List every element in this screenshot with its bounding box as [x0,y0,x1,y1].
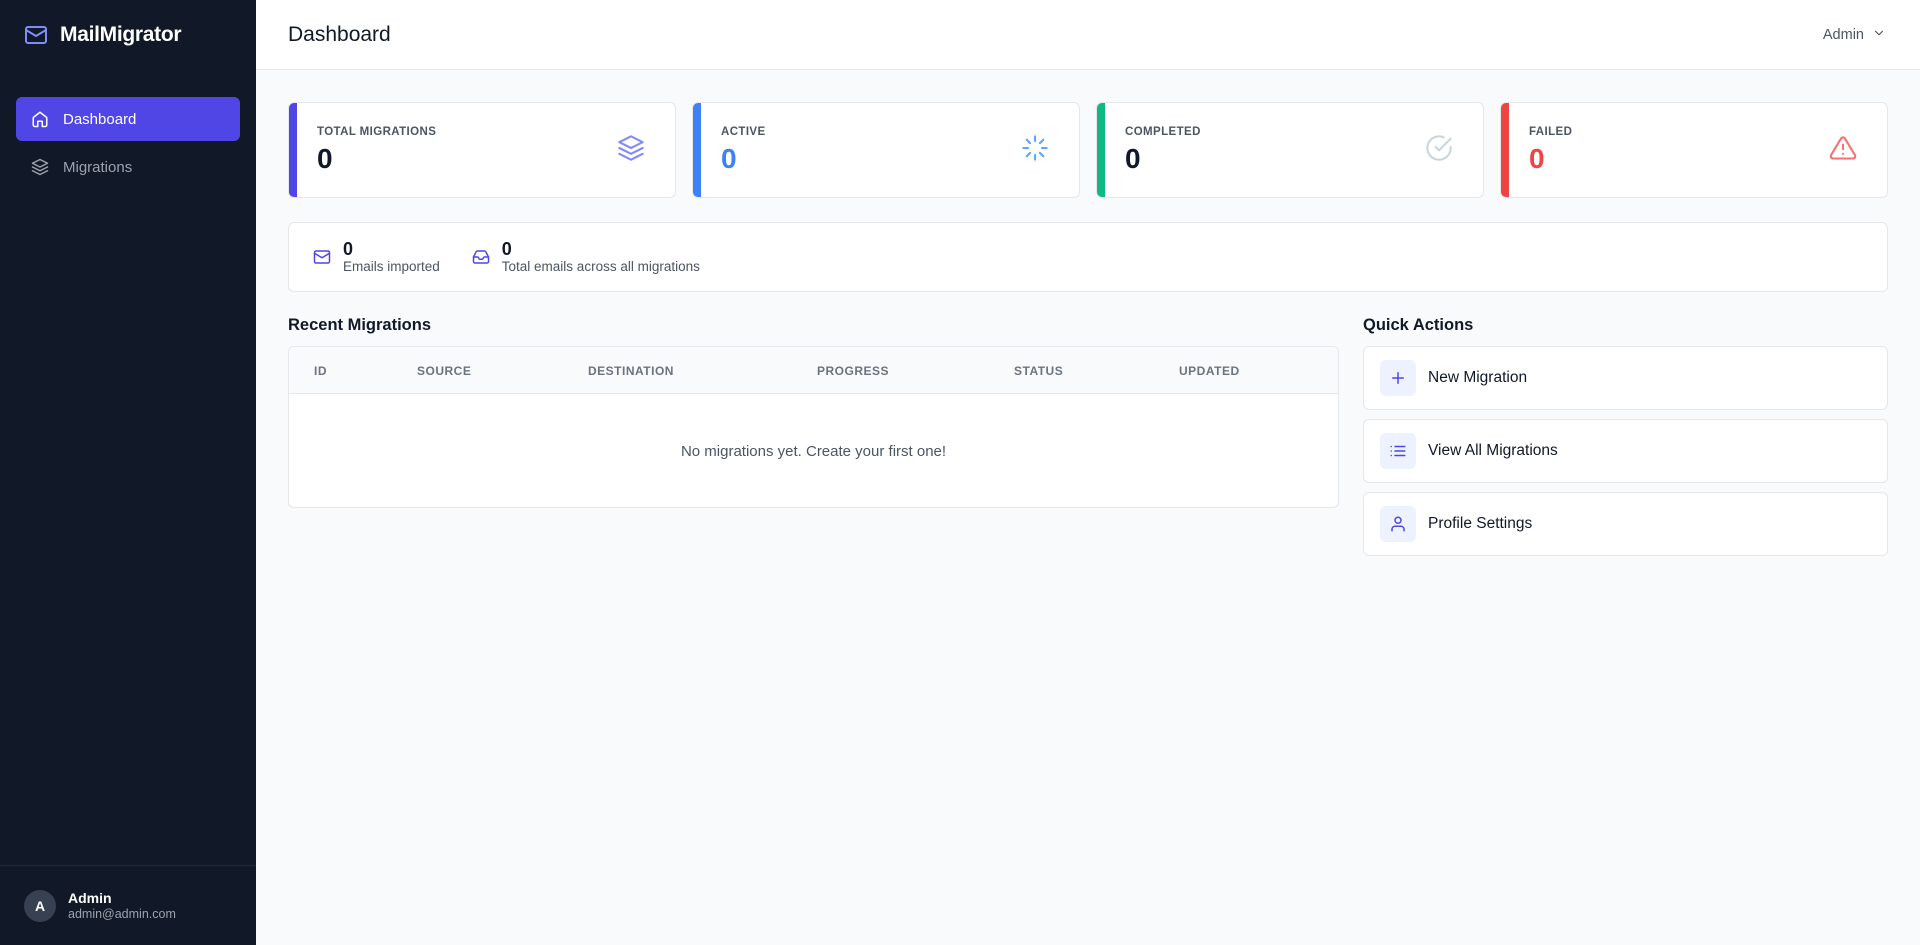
stat-accent [1097,103,1105,197]
user-icon [1380,506,1416,542]
brand[interactable]: MailMigrator [0,0,256,70]
user-menu[interactable]: Admin [1823,26,1886,44]
migrations-table: ID SOURCE DESTINATION PROGRESS STATUS UP… [288,346,1339,508]
plus-icon [1380,360,1416,396]
quick-actions: Quick Actions New Migration View All Mig… [1363,316,1888,556]
mail-icon [313,239,331,266]
stat-value: 0 [721,142,737,174]
user-menu-label: Admin [1822,26,1864,43]
stat-card-failed: FAILED 0 [1500,102,1888,198]
avatar: A [24,889,56,922]
header: Dashboard Admin [256,0,1920,70]
stat-accent [289,103,297,197]
stat-card-total: TOTAL MIGRATIONS 0 [288,102,676,198]
stat-label: FAILED [1529,125,1573,138]
loader-icon [1021,134,1049,167]
check-circle-icon [1425,134,1453,167]
sidebar-user[interactable]: A Admin admin@admin.com [0,865,256,945]
stat-value: 0 [1529,142,1545,174]
emails-imported-label: Emails imported [343,259,440,274]
stat-value: 0 [1125,142,1141,174]
mail-icon [24,23,48,47]
user-name: Admin [68,889,112,906]
total-emails-label: Total emails across all migrations [501,259,700,274]
layers-icon [617,134,645,167]
alert-triangle-icon [1829,134,1857,167]
quick-action-label: New Migration [1428,369,1528,386]
sidebar-item-dashboard[interactable]: Dashboard [16,97,240,141]
user-email: admin@admin.com [68,906,176,921]
profile-settings-button[interactable]: Profile Settings [1363,492,1888,556]
emails-imported-value: 0 [343,239,354,259]
table-header: ID SOURCE DESTINATION PROGRESS STATUS UP… [289,347,1338,394]
new-migration-button[interactable]: New Migration [1363,346,1888,410]
inbox-icon [472,239,490,266]
stat-card-completed: COMPLETED 0 [1096,102,1484,198]
stat-accent [693,103,701,197]
home-icon [31,110,49,128]
empty-state-message: No migrations yet. Create your first one… [680,443,947,460]
quick-action-label: Profile Settings [1428,515,1533,532]
column-header-updated[interactable]: UPDATED [1179,364,1240,378]
stat-label: TOTAL MIGRATIONS [317,125,437,138]
sidebar-item-migrations[interactable]: Migrations [16,145,240,189]
column-header-status[interactable]: STATUS [1014,364,1063,378]
sidebar-nav: Dashboard Migrations [0,70,256,189]
stat-value: 0 [317,142,333,174]
column-header-source[interactable]: SOURCE [417,364,471,378]
view-all-migrations-button[interactable]: View All Migrations [1363,419,1888,483]
stat-accent [1501,103,1509,197]
emails-imported-stat: 0 Emails imported [313,239,440,275]
sidebar-item-label: Dashboard [63,110,137,128]
column-header-progress[interactable]: PROGRESS [817,364,889,378]
sidebar: MailMigrator Dashboard Migrations A Admi… [0,0,256,945]
recent-migrations: Recent Migrations ID SOURCE DESTINATION … [288,316,1339,556]
stat-label: ACTIVE [721,125,766,138]
total-emails-stat: 0 Total emails across all migrations [472,239,700,275]
column-header-id[interactable]: ID [314,364,327,378]
chevron-down-icon [1872,26,1886,44]
list-icon [1380,433,1416,469]
stat-card-active: ACTIVE 0 [692,102,1080,198]
page-title: Dashboard [288,22,391,46]
lower-section: Recent Migrations ID SOURCE DESTINATION … [288,316,1888,556]
column-header-destination[interactable]: DESTINATION [588,364,674,378]
sidebar-item-label: Migrations [63,158,133,176]
quick-action-label: View All Migrations [1428,442,1558,459]
quick-actions-list: New Migration View All Migrations Profil… [1363,346,1888,556]
email-stats-bar: 0 Emails imported 0 Total emails across … [288,222,1888,292]
total-emails-value: 0 [501,239,512,259]
stat-label: COMPLETED [1125,125,1201,138]
brand-name: MailMigrator [60,23,182,46]
main-content: TOTAL MIGRATIONS 0 ACTIVE 0 COMPLETED 0 [288,102,1888,556]
layers-icon [31,158,49,176]
quick-actions-title: Quick Actions [1363,316,1474,334]
recent-migrations-title: Recent Migrations [288,316,432,334]
stats-row: TOTAL MIGRATIONS 0 ACTIVE 0 COMPLETED 0 [288,102,1888,198]
